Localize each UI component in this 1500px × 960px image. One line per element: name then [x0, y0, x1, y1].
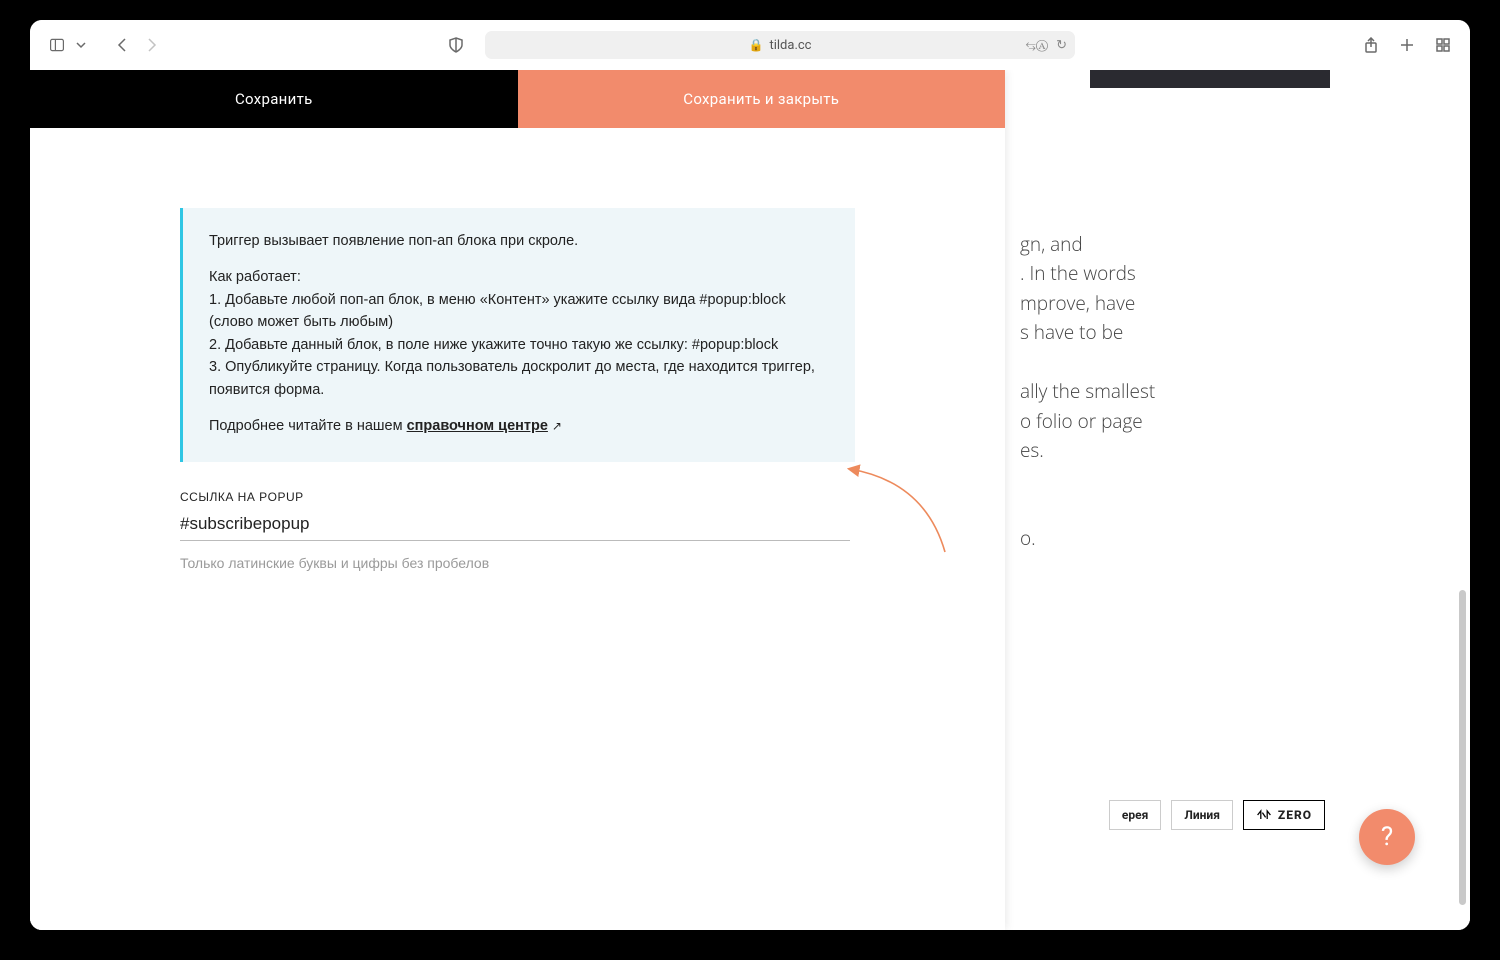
- back-icon[interactable]: [114, 36, 132, 54]
- info-text: Триггер вызывает появление поп-ап блока …: [209, 230, 829, 252]
- page-content: gn, and . In the words mprove, have s ha…: [30, 70, 1470, 930]
- browser-toolbar: 🔒 tilda.cc ⥃Ⓐ ↻: [30, 20, 1470, 70]
- popup-link-label: ССЫЛКА НА POPUP: [180, 490, 855, 504]
- reload-icon[interactable]: ↻: [1056, 38, 1067, 53]
- block-type-buttons: ерея Линия ZERO: [1109, 800, 1325, 830]
- address-bar[interactable]: 🔒 tilda.cc ⥃Ⓐ ↻: [485, 31, 1075, 59]
- lock-icon: 🔒: [749, 38, 764, 52]
- translate-icon[interactable]: ⥃Ⓐ: [1026, 38, 1049, 53]
- popup-link-hint: Только латинские буквы и цифры без пробе…: [180, 555, 855, 571]
- url-text: tilda.cc: [769, 38, 811, 53]
- save-button[interactable]: Сохранить: [30, 70, 518, 128]
- info-text: Как работает: 1. Добавьте любой поп-ап б…: [209, 266, 829, 401]
- info-box: Триггер вызывает появление поп-ап блока …: [180, 208, 855, 462]
- background-text-fragment: gn, and . In the words mprove, have s ha…: [1020, 230, 1330, 554]
- settings-panel: Сохранить Сохранить и закрыть Триггер вы…: [30, 70, 1005, 930]
- forward-icon[interactable]: [142, 36, 160, 54]
- popup-link-input[interactable]: [180, 504, 850, 541]
- info-more: Подробнее читайте в нашем справочном цен…: [209, 415, 829, 437]
- sidebar-toggle-icon[interactable]: [48, 36, 66, 54]
- browser-window: 🔒 tilda.cc ⥃Ⓐ ↻ gn, and: [30, 20, 1470, 930]
- chevron-down-icon[interactable]: [76, 36, 86, 54]
- help-button[interactable]: ?: [1359, 809, 1415, 865]
- new-tab-icon[interactable]: [1398, 36, 1416, 54]
- hero-image-strip: [1090, 70, 1330, 88]
- tabs-overview-icon[interactable]: [1434, 36, 1452, 54]
- line-button[interactable]: Линия: [1171, 800, 1233, 830]
- scrollbar-thumb[interactable]: [1459, 590, 1466, 905]
- zero-button[interactable]: ZERO: [1243, 800, 1325, 830]
- help-center-link[interactable]: справочном центре: [407, 418, 548, 434]
- shield-icon[interactable]: [447, 36, 465, 54]
- save-and-close-button[interactable]: Сохранить и закрыть: [518, 70, 1006, 128]
- gallery-button[interactable]: ерея: [1109, 800, 1161, 830]
- external-link-icon: ↗: [552, 419, 562, 433]
- share-icon[interactable]: [1362, 36, 1380, 54]
- panel-tabs: Сохранить Сохранить и закрыть: [30, 70, 1005, 128]
